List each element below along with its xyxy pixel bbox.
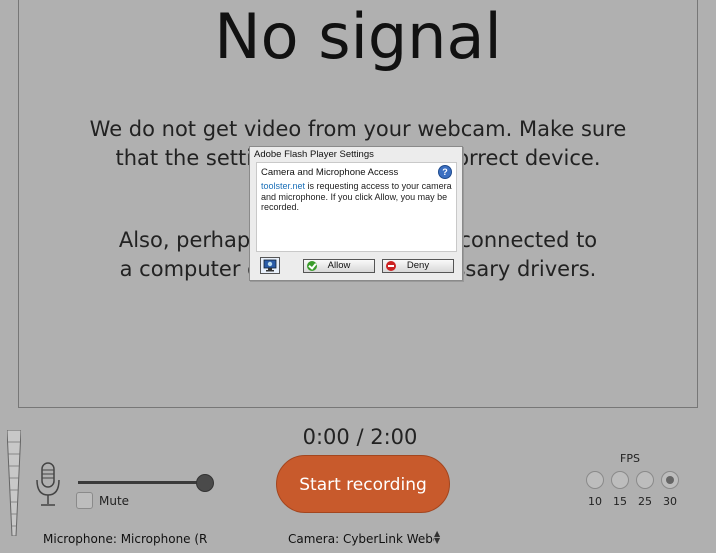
fps-label: FPS xyxy=(620,452,640,465)
site-link[interactable]: toolster.net xyxy=(261,181,305,191)
flash-dialog-message: toolster.net is requesting access to you… xyxy=(261,181,453,213)
fps-radio-15[interactable] xyxy=(611,471,629,489)
fps-value-15: 15 xyxy=(613,495,627,508)
camera-settings-icon[interactable] xyxy=(260,257,280,274)
microphone-icon xyxy=(36,462,60,506)
fps-value-30: 30 xyxy=(663,495,677,508)
check-icon xyxy=(307,261,317,271)
mute-label: Mute xyxy=(99,494,130,508)
select-arrows-icon[interactable]: ▲ ▼ xyxy=(434,530,440,545)
camera-select[interactable]: Camera: CyberLink Webcam xyxy=(288,532,434,550)
help-icon[interactable]: ? xyxy=(438,165,452,179)
audio-level-meter xyxy=(7,430,21,536)
allow-button[interactable]: Allow xyxy=(303,259,375,273)
deny-button[interactable]: Deny xyxy=(382,259,454,273)
fps-radio-30[interactable] xyxy=(661,471,679,489)
volume-slider-handle[interactable] xyxy=(196,474,214,492)
mute-checkbox[interactable] xyxy=(76,492,93,509)
flash-dialog-panel: Camera and Microphone Access ? toolster.… xyxy=(256,162,457,252)
fps-radio-25[interactable] xyxy=(636,471,654,489)
flash-settings-dialog: Adobe Flash Player Settings Camera and M… xyxy=(249,146,463,281)
microphone-select[interactable]: Microphone: Microphone (Rea xyxy=(43,532,207,550)
fps-radio-10[interactable] xyxy=(586,471,604,489)
fps-value-25: 25 xyxy=(638,495,652,508)
flash-dialog-title: Adobe Flash Player Settings xyxy=(254,149,374,160)
volume-slider-track[interactable] xyxy=(78,481,206,484)
flash-dialog-heading: Camera and Microphone Access xyxy=(261,167,399,178)
start-recording-button[interactable]: Start recording xyxy=(276,455,450,513)
recording-timer: 0:00 / 2:00 xyxy=(302,425,418,449)
fps-value-10: 10 xyxy=(588,495,602,508)
deny-icon xyxy=(386,261,396,271)
no-signal-title: No signal xyxy=(214,0,502,73)
